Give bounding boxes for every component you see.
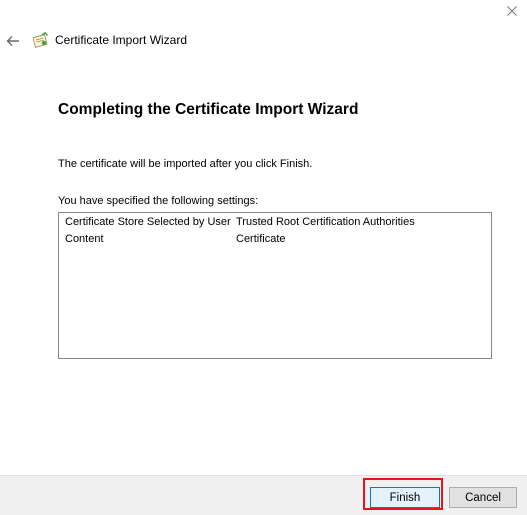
back-arrow-icon	[6, 36, 19, 46]
finish-button[interactable]: Finish	[370, 487, 440, 508]
settings-key: Content	[65, 233, 104, 245]
page-heading: Completing the Certificate Import Wizard	[58, 101, 359, 118]
settings-value: Certificate	[236, 233, 286, 245]
info-text: The certificate will be imported after y…	[58, 158, 313, 170]
cancel-button[interactable]: Cancel	[449, 487, 517, 508]
close-button[interactable]	[499, 2, 525, 20]
close-icon	[507, 6, 517, 16]
back-button[interactable]	[3, 31, 23, 51]
footer-bar: Finish Cancel	[0, 475, 527, 515]
settings-label: You have specified the following setting…	[58, 195, 259, 207]
wizard-title: Certificate Import Wizard	[55, 33, 188, 47]
settings-value: Trusted Root Certification Authorities	[236, 216, 415, 228]
settings-key: Certificate Store Selected by User	[65, 216, 231, 228]
settings-list[interactable]: Certificate Store Selected by User Trust…	[58, 212, 492, 359]
certificate-icon	[33, 32, 49, 48]
